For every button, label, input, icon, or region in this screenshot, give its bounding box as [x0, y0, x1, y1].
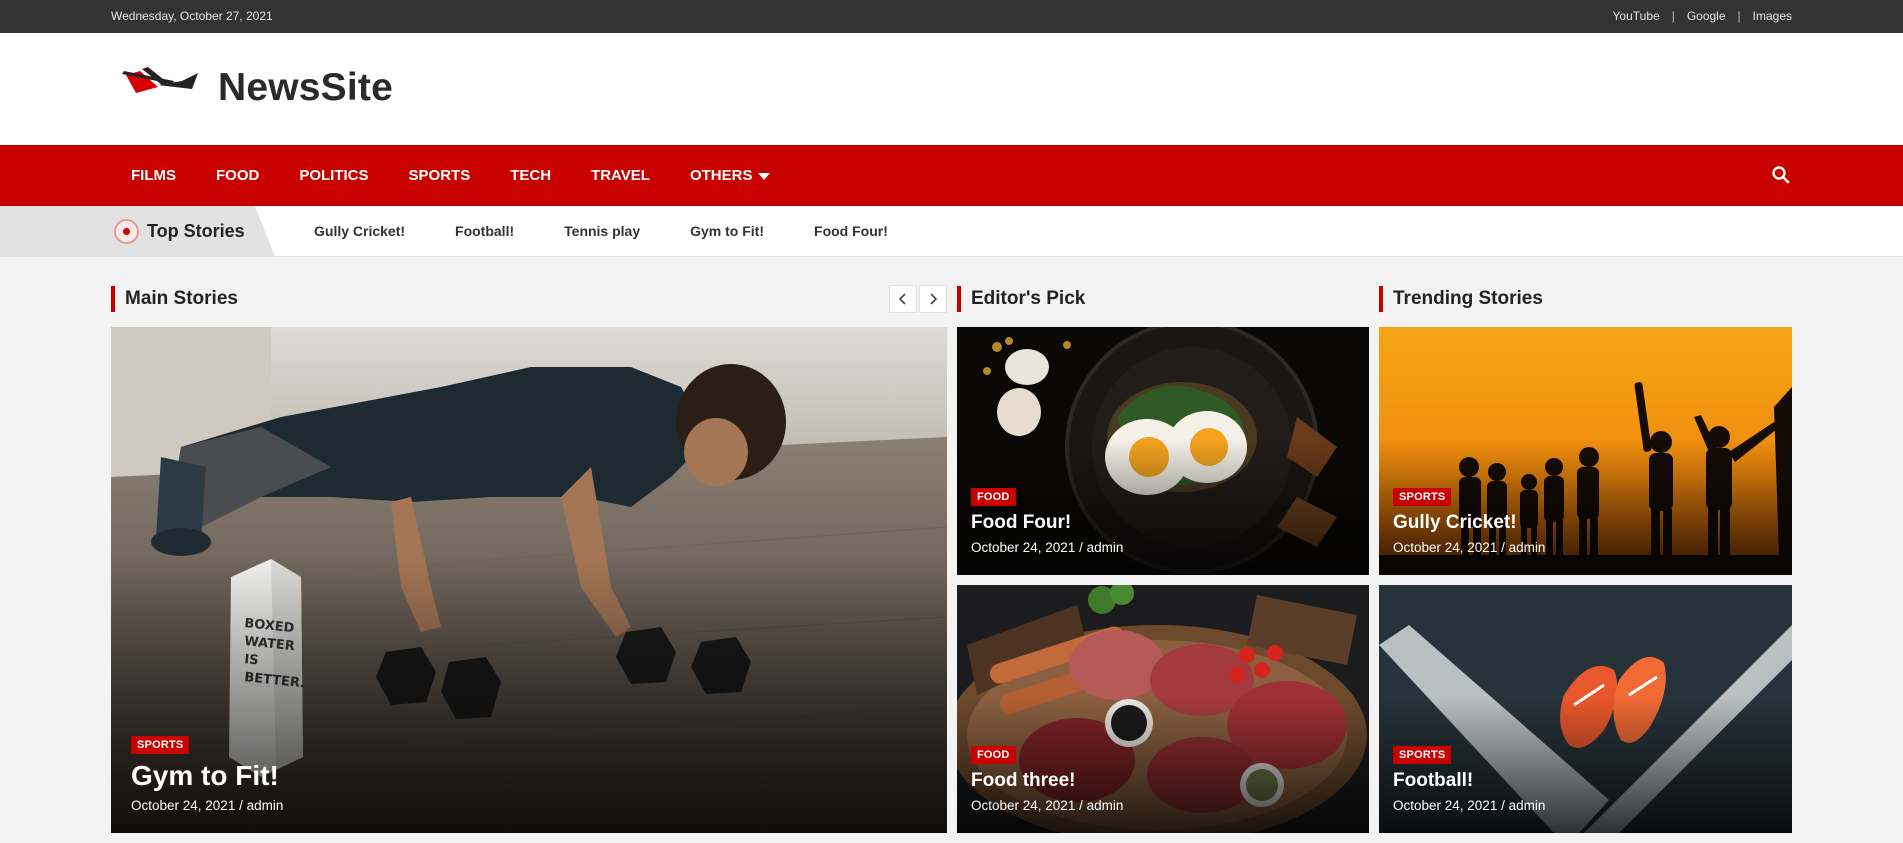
link-separator: |: [1671, 9, 1675, 23]
ticker-item[interactable]: Football!: [455, 223, 514, 239]
ticker-items: Gully Cricket! Football! Tennis play Gym…: [314, 223, 888, 239]
section-title: Trending Stories: [1393, 288, 1543, 309]
section-title: Editor's Pick: [971, 288, 1086, 309]
card-byline: October 24, 2021 / admin: [1393, 798, 1546, 813]
main-story-card[interactable]: BOXED WATER IS BETTER. SPORTS Gym to Fit…: [111, 327, 947, 833]
trending-stories-heading: Trending Stories: [1379, 286, 1543, 312]
nav-item-others[interactable]: OTHERS: [670, 167, 791, 184]
caret-down-icon: [758, 173, 771, 180]
main-stories-heading: Main Stories: [111, 286, 238, 312]
category-badge[interactable]: FOOD: [971, 488, 1016, 506]
category-badge[interactable]: SPORTS: [1393, 488, 1452, 506]
nav-item-tech[interactable]: TECH: [490, 167, 571, 184]
nav-item-food[interactable]: FOOD: [196, 167, 279, 184]
editors-pick-heading: Editor's Pick: [957, 286, 1085, 312]
search-icon[interactable]: [1771, 165, 1791, 185]
section-title: Main Stories: [125, 288, 238, 309]
nav-item-label: POLITICS: [299, 167, 369, 184]
nav-item-sports[interactable]: SPORTS: [389, 167, 491, 184]
prev-arrow-button[interactable]: [889, 285, 917, 313]
top-stories-ticker: Top Stories Gully Cricket! Football! Ten…: [0, 206, 1903, 257]
site-logo-icon[interactable]: [118, 63, 204, 103]
ticker-item[interactable]: Gym to Fit!: [690, 223, 764, 239]
chevron-left-icon: [898, 293, 906, 305]
card-title[interactable]: Food three!: [971, 770, 1123, 792]
images-link[interactable]: Images: [1753, 9, 1792, 23]
nav-item-label: FILMS: [131, 167, 176, 184]
category-badge[interactable]: SPORTS: [131, 736, 190, 754]
card-meta: SPORTS Football! October 24, 2021 / admi…: [1393, 745, 1545, 813]
trending-card[interactable]: SPORTS Gully Cricket! October 24, 2021 /…: [1379, 327, 1792, 575]
top-links: YouTube | Google | Images: [1613, 9, 1792, 23]
trending-card[interactable]: SPORTS Football! October 24, 2021 / admi…: [1379, 585, 1792, 833]
google-link[interactable]: Google: [1687, 9, 1726, 23]
nav-item-label: SPORTS: [408, 167, 471, 184]
card-title[interactable]: Food Four!: [971, 512, 1123, 534]
card-meta: FOOD Food three! October 24, 2021 / admi…: [971, 745, 1123, 813]
card-title[interactable]: Gully Cricket!: [1393, 512, 1545, 534]
youtube-link[interactable]: YouTube: [1613, 9, 1660, 23]
card-byline: October 24, 2021 / admin: [971, 798, 1124, 813]
ticker-title: Top Stories: [147, 221, 245, 241]
card-meta: SPORTS Gully Cricket! October 24, 2021 /…: [1393, 487, 1545, 555]
heading-accent: [957, 286, 961, 312]
ticker-item[interactable]: Tennis play: [564, 223, 640, 239]
main-nav: FILMS FOOD POLITICS SPORTS TECH TRAVEL O…: [0, 145, 1903, 206]
current-date: Wednesday, October 27, 2021: [111, 9, 273, 23]
link-separator: |: [1737, 9, 1741, 23]
chevron-right-icon: [930, 293, 938, 305]
card-meta: FOOD Food Four! October 24, 2021 / admin: [971, 487, 1123, 555]
card-title[interactable]: Gym to Fit!: [131, 760, 283, 792]
ticker-item[interactable]: Gully Cricket!: [314, 223, 405, 239]
category-badge[interactable]: SPORTS: [1393, 746, 1452, 764]
heading-accent: [111, 286, 115, 312]
heading-accent: [1379, 286, 1383, 312]
card-meta: SPORTS Gym to Fit! October 24, 2021 / ad…: [131, 735, 283, 813]
slider-controls: [889, 285, 947, 313]
nav-item-travel[interactable]: TRAVEL: [571, 167, 670, 184]
editors-pick-card[interactable]: FOOD Food three! October 24, 2021 / admi…: [957, 585, 1369, 833]
card-byline: October 24, 2021 / admin: [971, 540, 1124, 555]
editors-pick-card[interactable]: FOOD Food Four! October 24, 2021 / admin: [957, 327, 1369, 575]
site-header: NewsSite: [0, 33, 1903, 145]
nav-item-films[interactable]: FILMS: [111, 167, 196, 184]
category-badge[interactable]: FOOD: [971, 746, 1016, 764]
nav-item-label: TRAVEL: [591, 167, 650, 184]
nav-item-label: FOOD: [216, 167, 260, 184]
live-dot-icon: [114, 219, 139, 244]
ticker-item[interactable]: Food Four!: [814, 223, 888, 239]
nav-item-label: OTHERS: [689, 167, 753, 184]
nav-item-label: TECH: [510, 167, 552, 184]
card-byline: October 24, 2021 / admin: [131, 798, 284, 813]
nav-item-politics[interactable]: POLITICS: [279, 167, 388, 184]
site-name[interactable]: NewsSite: [218, 66, 393, 110]
top-bar: Wednesday, October 27, 2021 YouTube | Go…: [0, 0, 1903, 33]
next-arrow-button[interactable]: [919, 285, 947, 313]
card-byline: October 24, 2021 / admin: [1393, 540, 1546, 555]
card-title[interactable]: Football!: [1393, 770, 1545, 792]
